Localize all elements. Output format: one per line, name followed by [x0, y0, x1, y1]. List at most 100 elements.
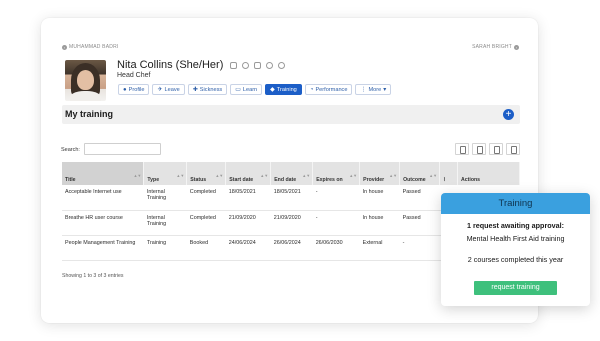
chevron-down-icon: ▾	[383, 87, 387, 93]
more-icon: ⋮	[360, 87, 367, 93]
profile-tabs: ● Profile ✈ Leave ✚ Sickness ▭ Learn ◆ T…	[118, 84, 392, 95]
next-employee-name: SARAH BRIGHT	[472, 44, 512, 50]
my-training-header: My training +	[62, 105, 520, 124]
cell-type: Internal Training	[143, 210, 187, 236]
employee-navigation: ‹ MUHAMMAD BADRI SARAH BRIGHT ›	[62, 44, 519, 52]
headset-icon[interactable]	[278, 61, 286, 69]
cell-provider: In house	[359, 185, 400, 211]
copy-icon[interactable]	[455, 143, 469, 155]
sort-icon: ▲▼	[176, 173, 185, 178]
search-label: Search:	[61, 147, 80, 153]
plane-icon: ✈	[157, 87, 163, 93]
excel-icon[interactable]	[489, 143, 503, 155]
column-header-attachment[interactable]: ⌇	[439, 162, 459, 185]
tab-label: Performance	[315, 86, 348, 93]
briefcase-icon[interactable]	[230, 61, 238, 69]
header-label: Start date	[229, 177, 254, 183]
tab-label: Sickness	[199, 86, 223, 93]
add-training-button[interactable]: +	[503, 109, 514, 120]
sort-icon: ▲▼	[389, 173, 398, 178]
column-header-actions: Actions	[457, 162, 520, 185]
tab-leave[interactable]: ✈ Leave	[152, 84, 185, 95]
popup-title: Training	[441, 193, 590, 214]
job-title: Head Chef	[117, 72, 151, 79]
tab-performance[interactable]: ◔ Performance	[304, 84, 353, 95]
tab-label: More	[368, 86, 382, 93]
header-label: Type	[147, 177, 160, 183]
lock-icon[interactable]	[254, 61, 262, 69]
column-header-outcome[interactable]: Outcome ▲▼	[399, 162, 441, 185]
tab-label: Leave	[164, 86, 180, 93]
cell-title: People Management Training	[62, 235, 144, 261]
cell-provider: In house	[359, 210, 400, 236]
column-header-title[interactable]: Title ▲▼	[62, 162, 145, 185]
avatar-face	[77, 70, 94, 90]
tab-profile[interactable]: ● Profile	[118, 84, 150, 95]
cell-type: Internal Training	[143, 185, 187, 211]
column-header-end-date[interactable]: End date ▲▼	[270, 162, 314, 185]
header-label: Expires on	[316, 177, 343, 183]
table-header-row: Title ▲▼ Type ▲▼ Status ▲▼ Start date ▲▼ End…	[62, 162, 520, 185]
flame-icon[interactable]	[242, 61, 250, 69]
cell-start-date: 21/09/2020	[225, 210, 271, 236]
search-input[interactable]	[84, 143, 161, 155]
cell-start-date: 18/05/2021	[225, 185, 271, 211]
cell-outcome: Passed	[399, 210, 440, 236]
header-label: Outcome	[403, 177, 426, 183]
sort-icon: ▲▼	[302, 173, 311, 178]
pdf-icon[interactable]	[506, 143, 520, 155]
export-buttons	[455, 143, 520, 155]
previous-employee-link[interactable]: ‹ MUHAMMAD BADRI	[62, 44, 118, 50]
tab-training[interactable]: ◆ Training	[265, 84, 302, 95]
cell-outcome: -	[399, 235, 440, 261]
request-training-button[interactable]: request training	[474, 281, 557, 295]
tab-label: Profile	[128, 86, 145, 93]
employee-name: Nita Collins (She/Her)	[117, 59, 224, 71]
cell-end-date: 21/09/2020	[270, 210, 313, 236]
section-title: My training	[65, 109, 114, 119]
column-header-provider[interactable]: Provider ▲▼	[359, 162, 401, 185]
header-label: Title	[65, 177, 76, 183]
cell-provider: External	[359, 235, 400, 261]
csv-icon[interactable]	[472, 143, 486, 155]
cell-title: Breathe HR user course	[62, 210, 144, 236]
monitor-icon: ▭	[235, 87, 241, 93]
sort-icon: ▲▼	[133, 173, 142, 178]
cell-start-date: 24/06/2024	[225, 235, 271, 261]
cell-expires-on: -	[312, 185, 360, 211]
sort-icon: ▲▼	[260, 173, 269, 178]
column-header-expires-on[interactable]: Expires on ▲▼	[312, 162, 361, 185]
profile-header: Nita Collins (She/Her)	[117, 59, 286, 71]
next-employee-link[interactable]: SARAH BRIGHT ›	[472, 44, 519, 50]
cell-type: Training	[143, 235, 187, 261]
header-label: Provider	[363, 177, 385, 183]
header-label: Status	[190, 177, 207, 183]
tab-more[interactable]: ⋮ More ▾	[355, 84, 392, 95]
sort-icon: ▲▼	[429, 173, 438, 178]
tab-label: Training	[276, 86, 297, 93]
chevron-right-icon: ›	[514, 44, 519, 50]
avatar-body	[70, 91, 101, 101]
graduation-cap-icon: ◆	[270, 87, 275, 93]
sort-icon: ▲▼	[349, 173, 358, 178]
cell-status: Booked	[186, 235, 226, 261]
column-header-status[interactable]: Status ▲▼	[186, 162, 227, 185]
paperclip-icon: ⌇	[443, 177, 446, 183]
tab-sickness[interactable]: ✚ Sickness	[187, 84, 228, 95]
tab-learn[interactable]: ▭ Learn	[230, 84, 263, 95]
cell-status: Completed	[186, 185, 226, 211]
popup-course-name: Mental Health First Aid training	[466, 234, 565, 243]
table-info: Showing 1 to 3 of 3 entries	[62, 273, 124, 279]
medical-icon: ✚	[192, 87, 198, 93]
training-popup: Training 1 request awaiting approval: Me…	[441, 193, 590, 306]
popup-approval-text: 1 request awaiting approval:	[466, 221, 565, 230]
cell-expires-on: -	[312, 210, 360, 236]
header-label: End date	[274, 177, 297, 183]
avatar	[65, 60, 106, 101]
chevron-left-icon: ‹	[62, 44, 67, 50]
column-header-start-date[interactable]: Start date ▲▼	[225, 162, 272, 185]
cell-title: Acceptable Internet use	[62, 185, 144, 211]
eye-icon[interactable]	[266, 61, 274, 69]
column-header-type[interactable]: Type ▲▼	[143, 162, 188, 185]
cell-end-date: 26/06/2024	[270, 235, 313, 261]
